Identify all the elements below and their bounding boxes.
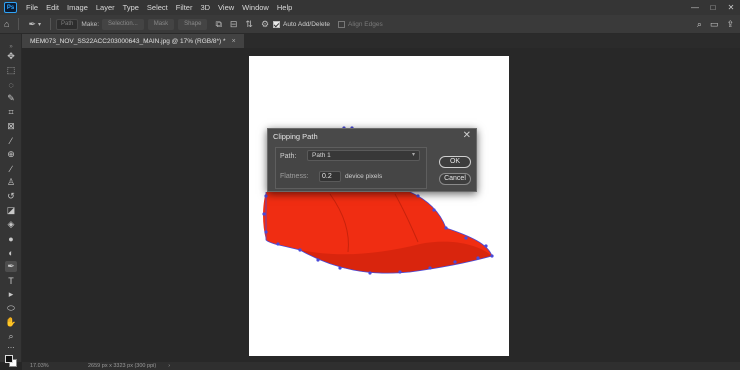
divider [50, 18, 51, 30]
align-edges-label: Align Edges [348, 20, 383, 28]
flatness-units-label: device pixels [345, 173, 383, 180]
path-label: Path: [280, 153, 297, 160]
pen-tool-icon[interactable]: ✒ [5, 261, 17, 272]
share-icon[interactable]: ⇪ [726, 19, 734, 30]
photoshop-logo: Ps [4, 2, 17, 13]
menu-filter[interactable]: Filter [172, 0, 197, 15]
maximize-button[interactable]: □ [704, 3, 722, 12]
window-controls: — □ ✕ [686, 0, 740, 15]
dodge-tool-icon[interactable]: ◐ [5, 247, 17, 258]
menu-type[interactable]: Type [119, 0, 143, 15]
document-tab[interactable]: MEM073_NOV_SS22ACC203000643_MAIN.jpg @ 1… [22, 34, 244, 48]
menu-bar: Ps File Edit Image Layer Type Select Fil… [0, 0, 740, 15]
shape-tool-icon[interactable]: ⬭ [5, 303, 17, 314]
path-operations-icon[interactable]: ⧉ [215, 19, 221, 30]
path-alignment-icon[interactable]: ⊟ [230, 19, 238, 30]
quick-selection-tool-icon[interactable]: ✎ [5, 93, 17, 104]
menu-image[interactable]: Image [63, 0, 92, 15]
menu-layer[interactable]: Layer [92, 0, 119, 15]
make-label: Make: [81, 20, 100, 28]
chevron-down-icon: ▾ [411, 152, 415, 158]
menu-file[interactable]: File [22, 0, 42, 15]
divider [18, 18, 20, 30]
align-edges-checkbox[interactable] [338, 20, 346, 28]
status-bar: 17.03% 2659 px x 3323 px (300 ppi) › [22, 362, 740, 370]
menu-3d[interactable]: 3D [196, 0, 214, 15]
zoom-level[interactable]: 17.03% [30, 363, 58, 369]
paint-bucket-tool-icon[interactable]: ◈ [5, 219, 17, 230]
flatness-input[interactable]: 0.2 [319, 171, 341, 182]
hand-tool-icon[interactable]: ✋ [5, 317, 17, 328]
make-shape-button[interactable]: Shape [178, 18, 208, 30]
options-right-icons: ⌕ ▭ ⇪ [697, 15, 734, 34]
menu-view[interactable]: View [214, 0, 238, 15]
path-selection-tool-icon[interactable]: ▸ [5, 289, 17, 300]
clipping-path-dialog: Clipping Path ✕ Path: Path 1 ▾ Flatness:… [267, 128, 477, 192]
brush-tool-icon[interactable]: ∕ [5, 163, 17, 174]
ok-button[interactable]: OK [439, 156, 471, 168]
path-select-value: Path 1 [312, 152, 331, 159]
history-brush-tool-icon[interactable]: ↺ [5, 191, 17, 202]
gear-icon[interactable]: ⚙ [261, 19, 269, 30]
document-tab-bar: MEM073_NOV_SS22ACC203000643_MAIN.jpg @ 1… [22, 34, 740, 48]
pen-tool-preset-icon[interactable]: ✒ [28, 19, 36, 30]
close-tab-icon[interactable]: × [232, 38, 236, 45]
auto-add-delete-label: Auto Add/Delete [283, 20, 331, 28]
blur-tool-icon[interactable]: ● [5, 233, 17, 244]
home-icon[interactable]: ⌂ [4, 19, 9, 29]
dialog-title: Clipping Path [273, 132, 318, 141]
close-window-button[interactable]: ✕ [722, 3, 740, 12]
menu-select[interactable]: Select [143, 0, 172, 15]
auto-add-delete-checkbox[interactable] [273, 20, 281, 28]
frame-tool-icon[interactable]: ⊠ [5, 121, 17, 132]
workspace-icon[interactable]: ▭ [710, 19, 719, 30]
document-canvas[interactable] [249, 56, 509, 356]
eyedropper-tool-icon[interactable]: ⁄ [5, 135, 17, 146]
minimize-button[interactable]: — [686, 3, 704, 12]
marquee-tool-icon[interactable]: ⬚ [5, 65, 17, 76]
chevron-down-icon[interactable]: ▾ [38, 21, 41, 28]
zoom-tool-icon[interactable]: ⌕ [5, 331, 17, 342]
path-arrangement-icon[interactable]: ⇅ [245, 19, 253, 30]
healing-brush-tool-icon[interactable]: ⊕ [5, 149, 17, 160]
close-icon[interactable]: ✕ [463, 130, 471, 141]
crop-tool-icon[interactable]: ⌗ [5, 107, 17, 118]
menu-help[interactable]: Help [273, 0, 296, 15]
make-mask-button[interactable]: Mask [147, 18, 175, 30]
lasso-tool-icon[interactable]: ◌ [5, 79, 17, 90]
status-menu-arrow[interactable]: › [168, 363, 170, 369]
menu-edit[interactable]: Edit [42, 0, 63, 15]
cancel-button[interactable]: Cancel [439, 173, 471, 185]
flatness-label: Flatness: [280, 173, 309, 180]
eraser-tool-icon[interactable]: ◪ [5, 205, 17, 216]
more-tools-icon[interactable]: ⋯ [5, 342, 17, 353]
path-select[interactable]: Path 1 ▾ [307, 150, 420, 161]
make-selection-button[interactable]: Selection... [102, 18, 144, 30]
type-tool-icon[interactable]: T [5, 275, 17, 286]
search-icon[interactable]: ⌕ [697, 19, 702, 30]
document-info: 2659 px x 3323 px (300 ppi) [88, 363, 157, 369]
foreground-color-swatch[interactable] [5, 355, 13, 363]
menu-window[interactable]: Window [238, 0, 273, 15]
tools-panel: » ✥ ⬚ ◌ ✎ ⌗ ⊠ ⁄ ⊕ ∕ ♙ ↺ ◪ ◈ ● ◐ ✒ T ▸ ⬭ … [0, 34, 22, 367]
options-bar: ⌂ ✒ ▾ Path Make: Selection... Mask Shape… [0, 15, 740, 34]
path-mode-select[interactable]: Path [56, 18, 79, 30]
document-tab-title: MEM073_NOV_SS22ACC203000643_MAIN.jpg @ 1… [30, 37, 226, 45]
move-tool-icon[interactable]: ✥ [5, 51, 17, 62]
clone-stamp-tool-icon[interactable]: ♙ [5, 177, 17, 188]
